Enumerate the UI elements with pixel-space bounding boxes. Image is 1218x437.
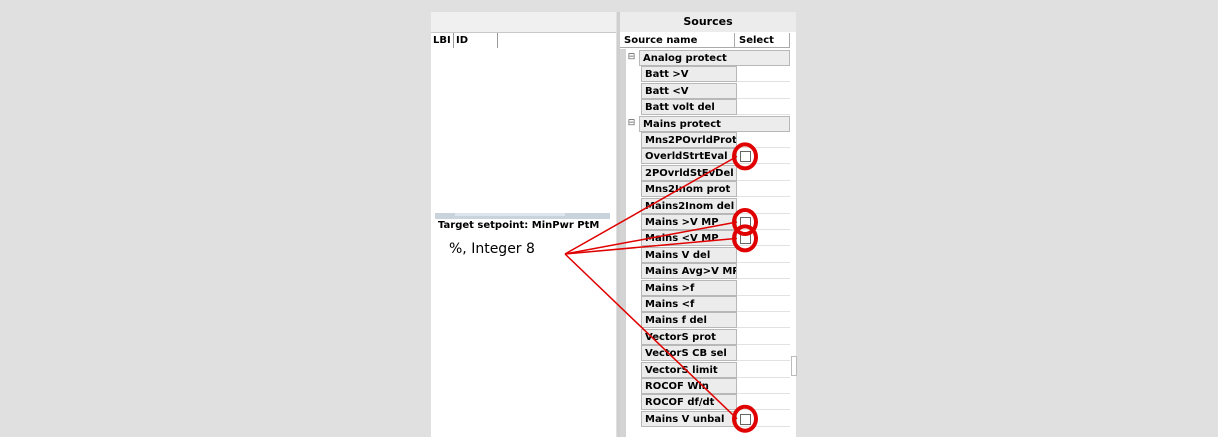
annotation-circle [732,404,758,433]
annotation-circle [732,142,758,171]
annotation-line [564,237,738,255]
annotation-lines [564,155,738,420]
annotation-circles [732,142,758,433]
annotation-line [564,221,738,255]
annotation-circle [732,224,758,253]
annotation-line [564,155,738,255]
annotation-overlay [564,142,758,433]
annotation-line [564,253,738,420]
